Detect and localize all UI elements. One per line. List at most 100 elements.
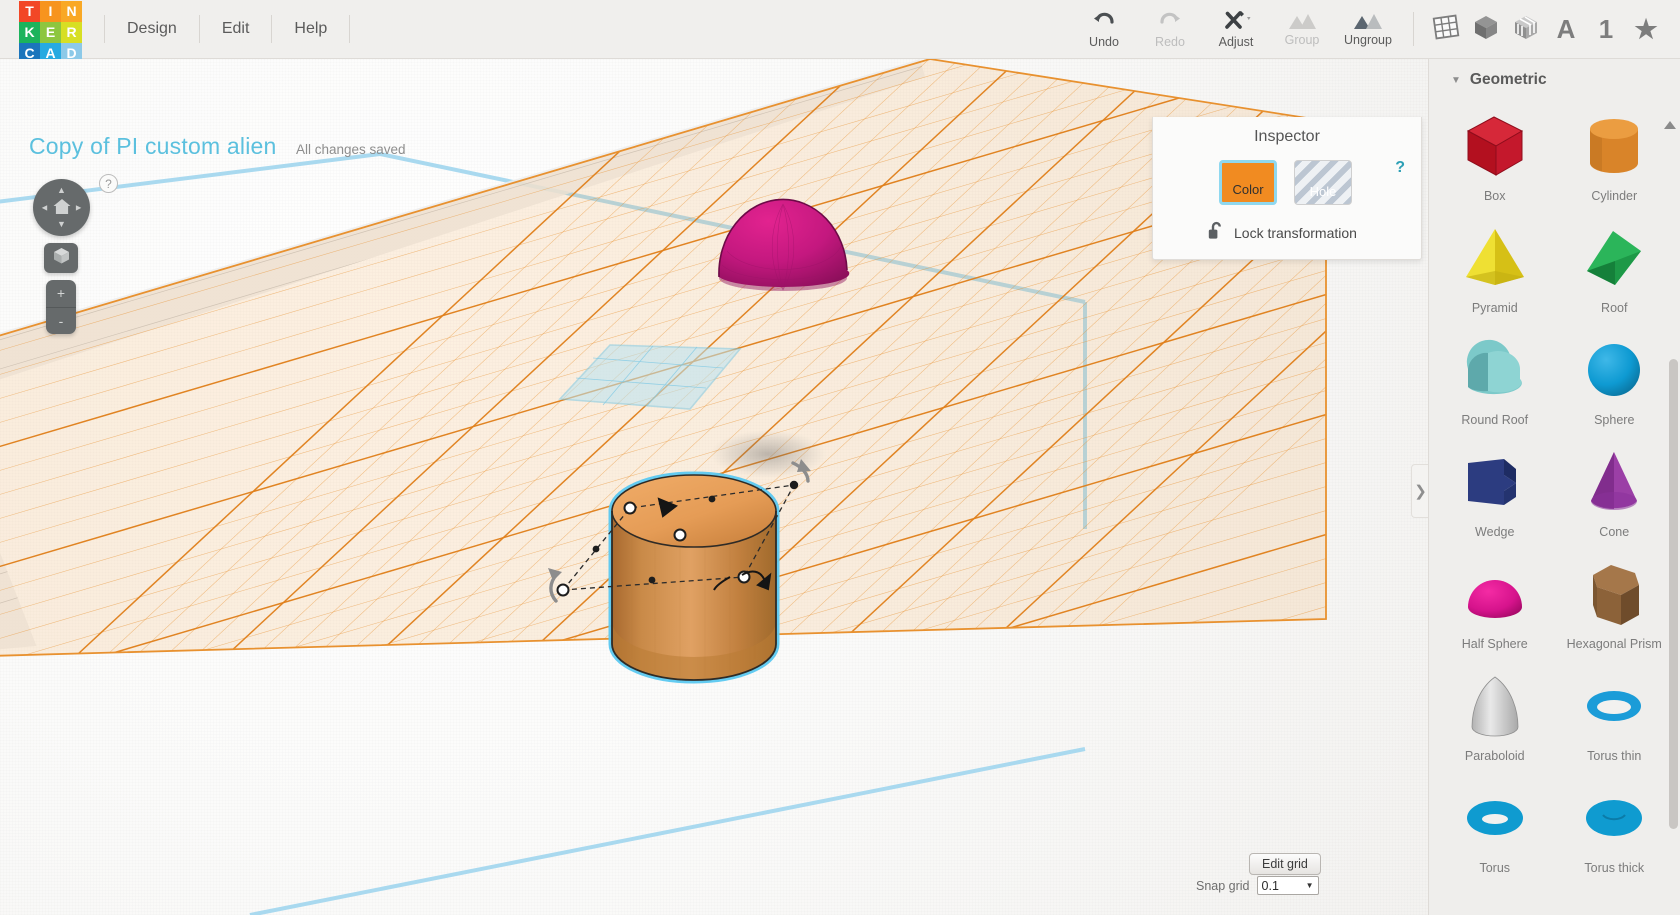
view-navigator: ▲ ▼ ◄ ► ? + - (33, 174, 118, 334)
edit-grid-button[interactable]: Edit grid (1249, 853, 1321, 875)
zoom-in-button[interactable]: + (46, 280, 76, 308)
nav-help-button[interactable]: ? (99, 174, 118, 193)
menu-item-help[interactable]: Help (272, 15, 351, 43)
shape-item-cylinder[interactable]: Cylinder (1555, 95, 1675, 207)
group-icon (1287, 11, 1317, 31)
logo-letter: E (40, 21, 61, 43)
pyramid-icon (1458, 217, 1532, 299)
shape-item-round-roof[interactable]: Round Roof (1435, 319, 1555, 431)
shape-item-torus-thin[interactable]: Torus thin (1555, 655, 1675, 767)
move-arrows[interactable] (657, 497, 772, 591)
shape-item-roof[interactable]: Roof (1555, 207, 1675, 319)
inspector-help-icon[interactable]: ? (1395, 159, 1405, 177)
shape-item-wedge[interactable]: Wedge (1435, 431, 1555, 543)
secondary-workplane[interactable] (558, 344, 742, 410)
logo-letter: K (19, 21, 40, 43)
shape-item-hexagonal-prism[interactable]: Hexagonal Prism (1555, 543, 1675, 655)
design-title[interactable]: Copy of PI custom alien (29, 133, 277, 160)
logo-letter: R (61, 21, 82, 43)
shape-item-torus[interactable]: Torus (1435, 767, 1555, 879)
striped-cube-icon (1512, 13, 1540, 46)
undo-button[interactable]: Undo (1071, 0, 1137, 59)
menu-item-design[interactable]: Design (104, 15, 200, 43)
rotate-arrowheads (548, 459, 811, 581)
half-sphere-icon (1458, 553, 1532, 635)
snap-grid-select[interactable]: 0.1 ▼ (1256, 876, 1319, 895)
shape-item-sphere[interactable]: Sphere (1555, 319, 1675, 431)
shape-label: Round Roof (1461, 413, 1529, 427)
workplane-button[interactable] (1426, 0, 1466, 59)
shape-label: Hexagonal Prism (1566, 637, 1662, 651)
color-label: Color (1232, 182, 1264, 197)
fit-to-view-button[interactable] (44, 243, 78, 273)
shape-label: Sphere (1594, 413, 1635, 427)
ungroup-label: Ungroup (1344, 33, 1392, 47)
chevron-down-icon: ▼ (1305, 881, 1314, 890)
half-sphere-object[interactable] (718, 198, 850, 291)
adjust-button[interactable]: Adjust (1203, 0, 1269, 59)
shapes-category-label: Geometric (1469, 71, 1547, 88)
shapes-panel: ▼ Geometric Box Cylinder Pyramid Roof Ro… (1428, 59, 1680, 915)
tinkercad-logo[interactable]: T I N K E R C A D (19, 0, 82, 64)
view-cube-disc[interactable]: ▲ ▼ ◄ ► (33, 179, 90, 236)
build-volume-guides (0, 152, 1087, 915)
shape-item-box[interactable]: Box (1435, 95, 1555, 207)
redo-icon (1157, 9, 1183, 33)
chevron-down-icon: ▼ (1451, 74, 1461, 86)
3d-canvas[interactable]: Copy of PI custom alien All changes save… (0, 59, 1428, 915)
shape-label: Cone (1599, 525, 1630, 539)
save-status: All changes saved (296, 142, 406, 157)
toolbar-divider (1413, 12, 1414, 46)
undo-label: Undo (1089, 35, 1119, 49)
text-button[interactable]: A (1546, 0, 1586, 59)
ruler-cube-button[interactable] (1506, 0, 1546, 59)
nav-right-arrow[interactable]: ► (74, 203, 83, 212)
nav-left-arrow[interactable]: ◄ (40, 203, 49, 212)
inspector-title: Inspector (1254, 128, 1320, 145)
text-icon: A (1556, 14, 1576, 44)
group-button[interactable]: Group (1269, 0, 1335, 59)
zoom-controls: + - (46, 280, 76, 334)
cylinder-icon (1577, 105, 1651, 187)
cylinder-object[interactable] (608, 471, 780, 684)
shapes-scrollbar[interactable] (1669, 359, 1678, 829)
lock-transformation-row[interactable]: Lock transformation (1208, 221, 1421, 245)
scroll-up-arrow[interactable] (1664, 121, 1676, 129)
undo-icon (1091, 9, 1117, 33)
shape-item-cone[interactable]: Cone (1555, 431, 1675, 543)
ungroup-button[interactable]: Ungroup (1335, 0, 1401, 59)
redo-button[interactable]: Redo (1137, 0, 1203, 59)
shape-label: Torus thick (1584, 861, 1645, 875)
color-swatch-button[interactable]: Color (1219, 160, 1277, 205)
hole-swatch-button[interactable]: Hole (1294, 160, 1352, 205)
shape-item-half-sphere[interactable]: Half Sphere (1435, 543, 1555, 655)
zoom-out-button[interactable]: - (46, 308, 76, 335)
ungroup-icon (1352, 11, 1384, 31)
top-bar: T I N K E R C A D Design Edit Help Undo … (0, 0, 1680, 64)
shape-item-pyramid[interactable]: Pyramid (1435, 207, 1555, 319)
workplane-icon (1431, 13, 1461, 46)
favorites-button[interactable]: ★ (1626, 0, 1666, 59)
shape-label: Wedge (1475, 525, 1515, 539)
number-button[interactable]: 1 (1586, 0, 1626, 59)
collapse-panel-button[interactable]: ❯ (1411, 464, 1428, 518)
nav-down-arrow[interactable]: ▼ (57, 220, 66, 229)
group-label: Group (1284, 33, 1320, 47)
menu-item-edit[interactable]: Edit (200, 15, 273, 43)
torus-icon (1458, 777, 1532, 859)
home-icon[interactable] (52, 198, 71, 218)
lock-transformation-label: Lock transformation (1234, 225, 1357, 241)
adjust-icon (1221, 9, 1251, 33)
torus-thick-icon (1577, 777, 1651, 859)
shape-item-paraboloid[interactable]: Paraboloid (1435, 655, 1555, 767)
paraboloid-icon (1458, 665, 1532, 747)
shape-label: Paraboloid (1464, 749, 1525, 763)
shapes-category-header[interactable]: ▼ Geometric (1429, 59, 1680, 95)
shape-label: Torus thin (1587, 749, 1642, 763)
rotate-handles[interactable] (549, 461, 810, 603)
view-toolbar: A 1 ★ (1426, 0, 1680, 59)
shape-item-torus-thick[interactable]: Torus thick (1555, 767, 1675, 879)
selection-handles[interactable] (556, 480, 799, 597)
nav-up-arrow[interactable]: ▲ (57, 186, 66, 195)
solid-cube-button[interactable] (1466, 0, 1506, 59)
